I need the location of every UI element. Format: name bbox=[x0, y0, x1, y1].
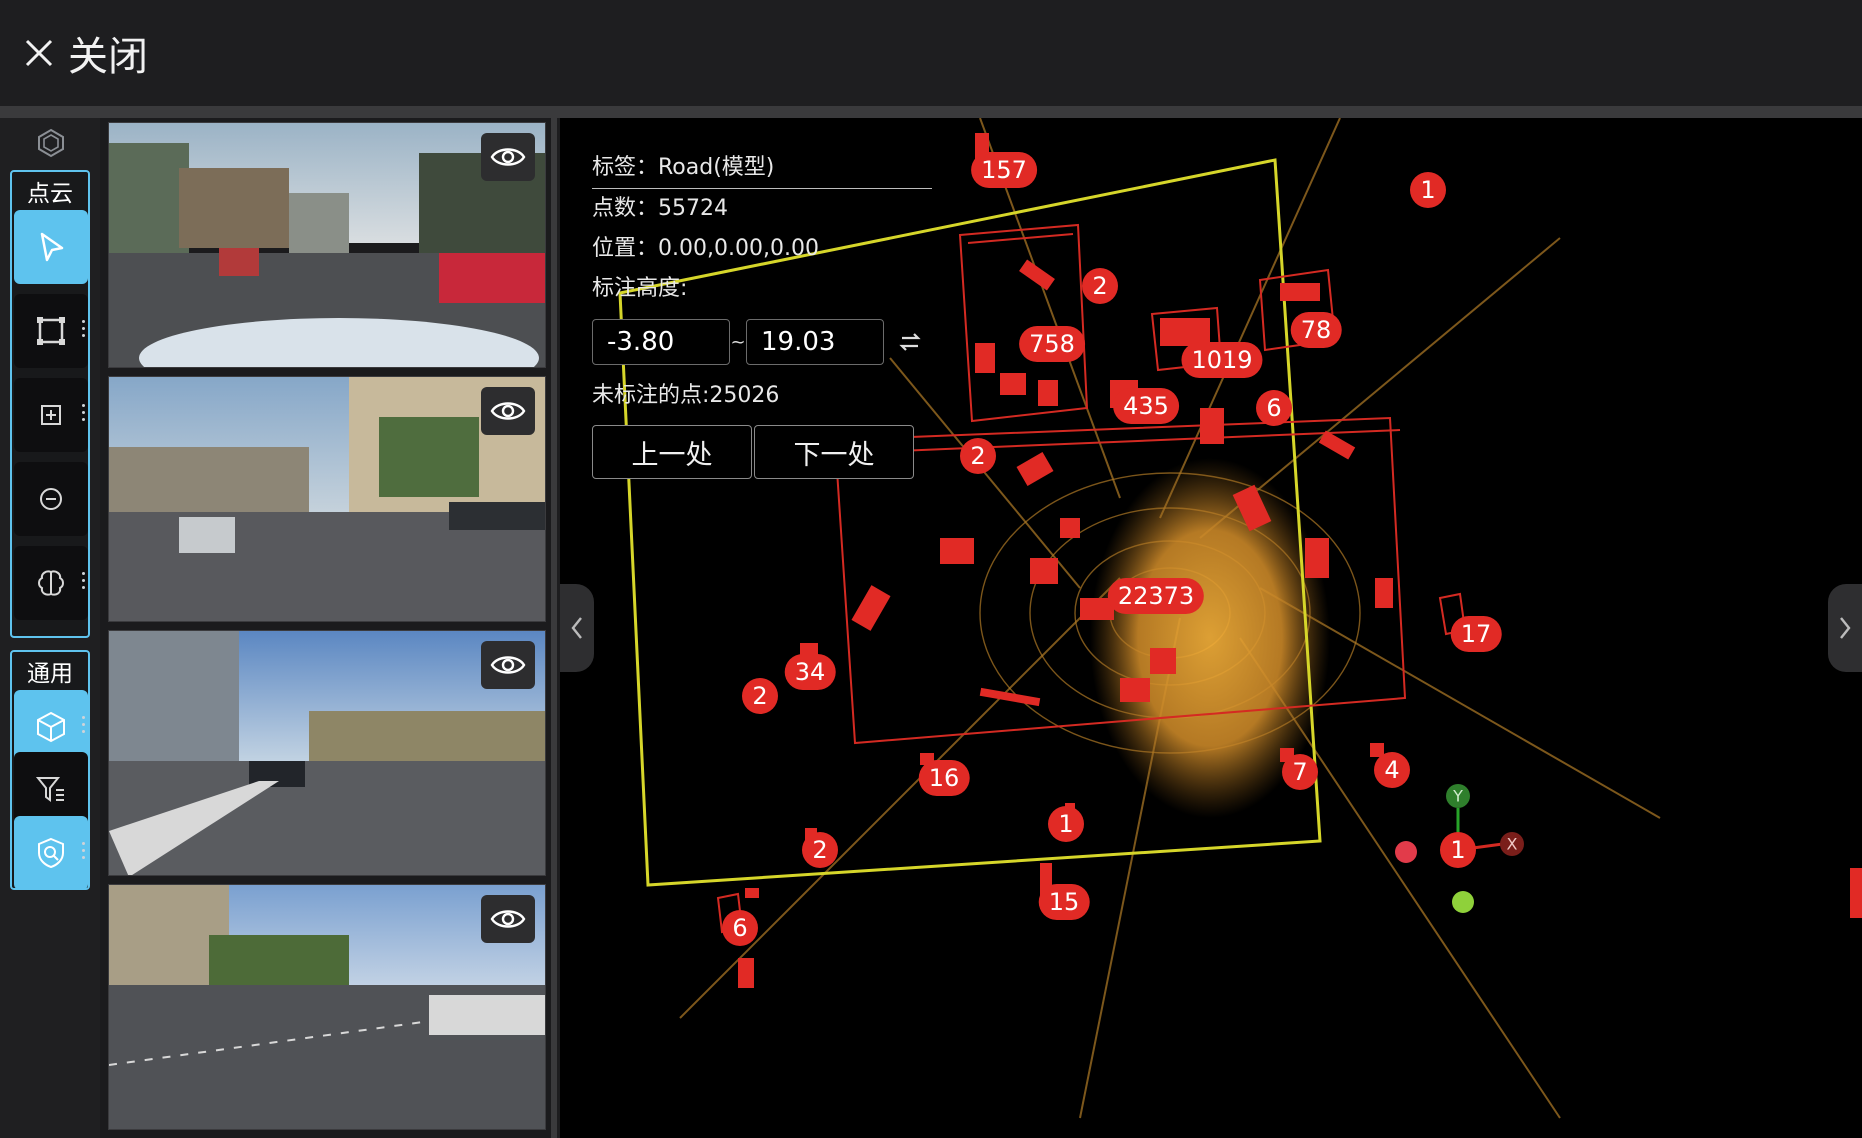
brain-icon bbox=[38, 570, 64, 596]
eye-icon bbox=[490, 910, 526, 928]
shield-tool-button[interactable] bbox=[14, 816, 88, 890]
camera-view-left[interactable] bbox=[108, 376, 546, 622]
cursor-icon bbox=[40, 232, 64, 262]
toggle-visibility-button[interactable] bbox=[481, 895, 535, 943]
more-dots-icon[interactable] bbox=[82, 842, 86, 863]
position-text: 位置：0.00,0.00,0.00 bbox=[592, 236, 819, 261]
top-bar: 关闭 bbox=[0, 0, 1862, 107]
annotation-info-panel: 标签：Road(模型) 点数：55724 位置：0.00,0.00,0.00 标… bbox=[592, 148, 952, 479]
more-dots-icon[interactable] bbox=[82, 716, 86, 737]
height-range: ~ bbox=[592, 319, 952, 365]
plus-square-icon bbox=[41, 405, 61, 425]
count-badge[interactable]: 22373 bbox=[1107, 578, 1205, 614]
count-badge[interactable]: 7 bbox=[1282, 754, 1318, 790]
camera-panel bbox=[100, 118, 556, 1138]
general-tool-group: 通用 bbox=[10, 650, 90, 890]
point-count-text: 点数：55724 bbox=[592, 196, 728, 221]
panel-divider[interactable] bbox=[551, 118, 557, 1138]
toggle-visibility-button[interactable] bbox=[481, 133, 535, 181]
remove-tool-button[interactable] bbox=[14, 462, 88, 536]
close-icon bbox=[25, 39, 53, 67]
prev-button[interactable]: 上一处 bbox=[592, 425, 752, 479]
point-cloud-viewport[interactable]: Y X 157 1 2 78 758 1019 435 6 2 22373 17… bbox=[560, 118, 1862, 1138]
shield-search-icon bbox=[38, 837, 64, 869]
count-badge[interactable]: 758 bbox=[1019, 326, 1085, 362]
count-badge[interactable]: 34 bbox=[784, 654, 836, 690]
chevron-left-icon bbox=[571, 617, 582, 639]
count-badge[interactable]: 6 bbox=[1256, 390, 1292, 426]
eye-icon bbox=[490, 148, 526, 166]
pointcloud-tool-group: 点云 bbox=[10, 170, 90, 638]
cube-logo-icon bbox=[38, 128, 64, 158]
select-tool-button[interactable] bbox=[14, 210, 88, 284]
camera-view-right[interactable] bbox=[108, 630, 546, 876]
count-badge[interactable]: 157 bbox=[971, 152, 1037, 188]
count-badge[interactable]: 1 bbox=[1440, 832, 1476, 868]
count-badge[interactable]: 1 bbox=[1048, 806, 1084, 842]
general-group-label: 通用 bbox=[27, 661, 73, 687]
height-title: 标注高度: bbox=[592, 276, 688, 301]
count-badge[interactable]: 2 bbox=[742, 678, 778, 714]
count-badge[interactable]: 78 bbox=[1290, 312, 1342, 348]
more-dots-icon[interactable] bbox=[82, 404, 86, 425]
count-badge[interactable]: 4 bbox=[1374, 752, 1410, 788]
count-badge[interactable]: 16 bbox=[918, 760, 970, 796]
count-badge[interactable]: 2 bbox=[960, 438, 996, 474]
next-button[interactable]: 下一处 bbox=[754, 425, 914, 479]
close-button[interactable]: 关闭 bbox=[24, 24, 148, 82]
camera-view-front[interactable] bbox=[108, 122, 546, 368]
chevron-right-icon bbox=[1840, 617, 1851, 639]
eye-icon bbox=[490, 402, 526, 420]
bounding-box-icon bbox=[37, 317, 65, 345]
swap-icon[interactable] bbox=[896, 328, 924, 356]
navigation-buttons: 上一处 下一处 bbox=[592, 425, 952, 479]
count-badge[interactable]: 15 bbox=[1038, 884, 1090, 920]
collapse-right-button[interactable] bbox=[1828, 584, 1862, 672]
box-tool-button[interactable] bbox=[14, 294, 88, 368]
more-dots-icon[interactable] bbox=[82, 320, 86, 341]
eye-icon bbox=[490, 656, 526, 674]
count-badge[interactable]: 6 bbox=[722, 910, 758, 946]
add-region-tool-button[interactable] bbox=[14, 378, 88, 452]
close-label: 关闭 bbox=[68, 34, 148, 80]
label-text: 标签：Road(模型) bbox=[592, 148, 932, 189]
ai-tool-button[interactable] bbox=[14, 546, 88, 620]
count-badge[interactable]: 1019 bbox=[1181, 342, 1263, 378]
toggle-visibility-button[interactable] bbox=[481, 641, 535, 689]
count-badge[interactable]: 1 bbox=[1410, 172, 1446, 208]
minus-circle-icon bbox=[40, 488, 62, 510]
height-min-input[interactable] bbox=[592, 319, 730, 365]
more-dots-icon[interactable] bbox=[82, 572, 86, 593]
header-divider bbox=[0, 106, 1862, 118]
range-separator: ~ bbox=[730, 331, 746, 353]
toggle-visibility-button[interactable] bbox=[481, 387, 535, 435]
pointcloud-group-label: 点云 bbox=[27, 181, 73, 207]
x-axis-label: X bbox=[1506, 834, 1518, 854]
count-badge[interactable]: 17 bbox=[1450, 616, 1502, 652]
unlabeled-points-text: 未标注的点:25026 bbox=[592, 383, 780, 408]
collapse-left-button[interactable] bbox=[560, 584, 594, 672]
count-badge[interactable]: 435 bbox=[1113, 388, 1179, 424]
count-badge[interactable]: 2 bbox=[802, 832, 838, 868]
y-axis-label: Y bbox=[1453, 786, 1463, 806]
filter-icon bbox=[35, 777, 64, 802]
count-badge[interactable]: 2 bbox=[1082, 268, 1118, 304]
height-max-input[interactable] bbox=[746, 319, 884, 365]
cube-icon bbox=[37, 711, 65, 743]
filter-tool-button[interactable] bbox=[14, 752, 88, 826]
left-toolbar: 点云 通用 bbox=[0, 118, 100, 1138]
camera-view-back[interactable] bbox=[108, 884, 546, 1130]
